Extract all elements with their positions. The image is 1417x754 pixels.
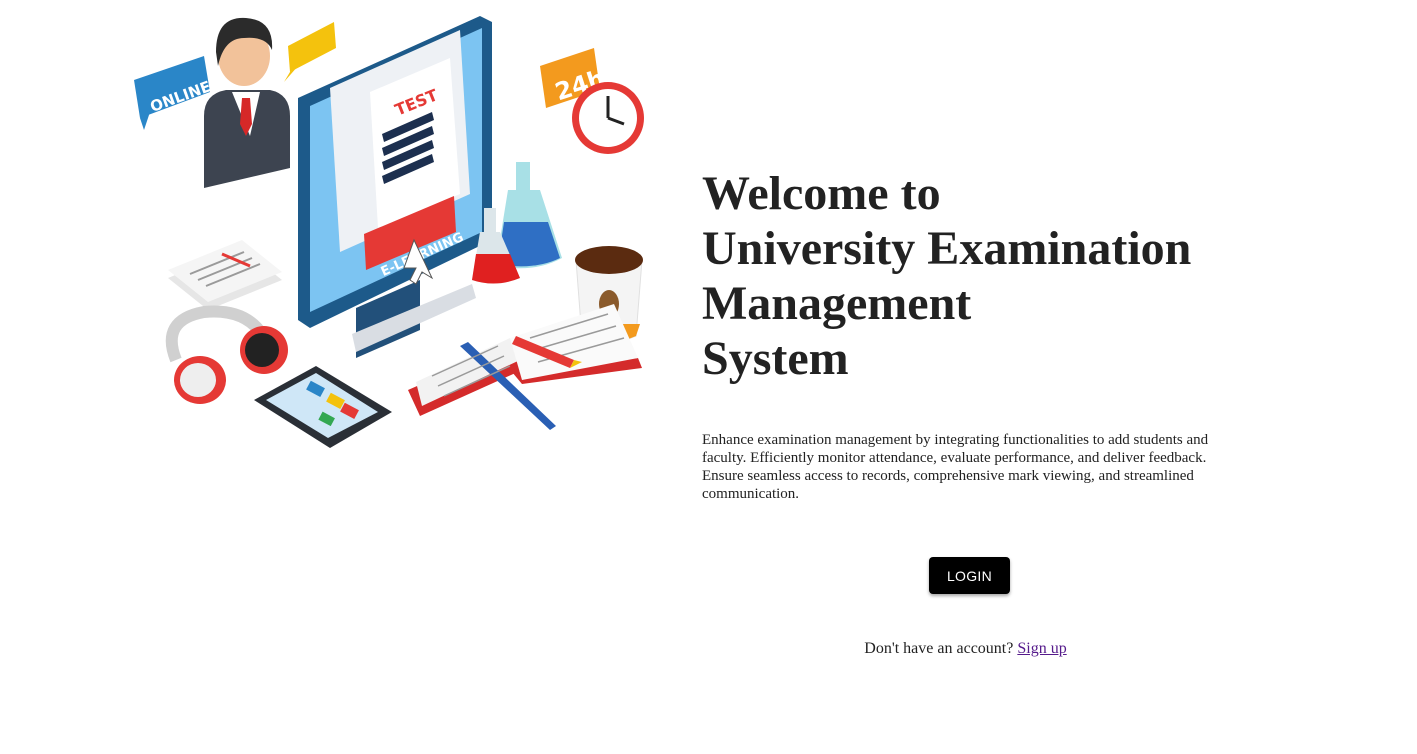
- signup-link[interactable]: Sign up: [1017, 640, 1066, 657]
- page-title: Welcome to University Examination Manage…: [702, 166, 1262, 386]
- signup-row: Don't have an account? Sign up: [702, 640, 1229, 658]
- online-bubble-icon: ONLINE: [134, 56, 213, 130]
- signup-prompt: Don't have an account?: [864, 640, 1014, 657]
- teacher-avatar-icon: [204, 17, 290, 188]
- hero-description: Enhance examination management by integr…: [702, 432, 1209, 502]
- title-line-1: Welcome to: [702, 167, 941, 220]
- title-line-3: Management: [702, 277, 972, 330]
- title-line-4: System: [702, 332, 849, 385]
- login-button[interactable]: LOGIN: [929, 557, 1010, 594]
- chat-bubble-icon: [284, 22, 336, 82]
- open-notebook-icon: [408, 304, 642, 430]
- clock-icon: [572, 82, 644, 154]
- headphones-icon: [165, 305, 288, 404]
- title-line-2: University Examination: [702, 222, 1192, 275]
- tablet-icon: [254, 366, 392, 448]
- documents-stack-icon: [168, 240, 282, 310]
- e-learning-illustration: ONLINE 24h TEST E-LEARNING: [134, 16, 644, 448]
- hero-section: Welcome to University Examination Manage…: [702, 166, 1262, 386]
- computer-monitor-icon: TEST E-LEARNING: [298, 16, 492, 358]
